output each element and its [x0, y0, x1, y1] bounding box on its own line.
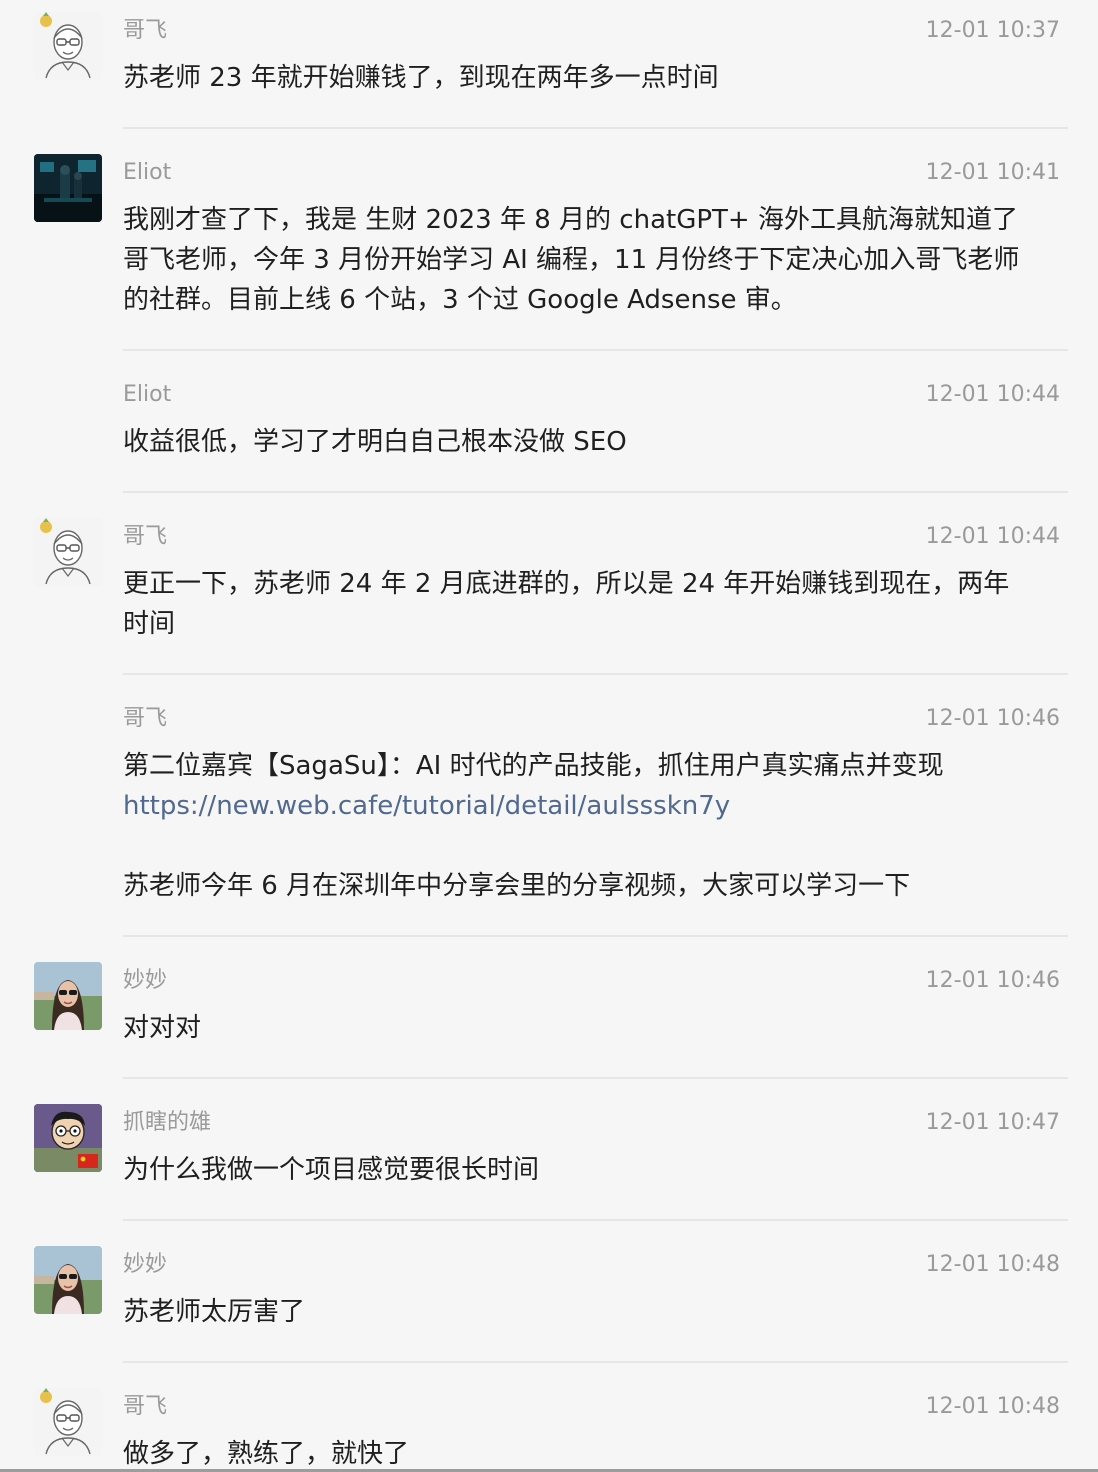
sketch-face-avatar-icon	[34, 518, 102, 586]
divider	[123, 935, 1068, 937]
message-text: 收益很低，学习了才明白自己根本没做 SEO	[123, 427, 627, 457]
divider	[123, 1219, 1068, 1221]
message-text-line: 更正一下，苏老师 24 年 2 月底进群的，所以是 24 年开始赚钱到现在，两年	[123, 569, 1010, 599]
sender-name[interactable]: Eliot	[123, 158, 171, 188]
message-text-line: 的社群。目前上线 6 个站，3 个过 Google Adsense 审。	[123, 285, 797, 315]
message-text-line: 苏老师今年 6 月在深圳年中分享会里的分享视频，大家可以学习一下	[123, 871, 911, 901]
sketch-face-avatar-icon	[34, 1388, 102, 1456]
timestamp: 12-01 10:48	[925, 1252, 1060, 1277]
divider	[123, 127, 1068, 129]
avatar-miaomiao[interactable]	[34, 962, 102, 1030]
sender-name[interactable]: 哥飞	[123, 704, 167, 734]
avatar-gefei[interactable]	[34, 12, 102, 80]
divider	[123, 1361, 1068, 1363]
divider	[123, 349, 1068, 351]
woman-sunglasses-photo-avatar-icon	[34, 962, 102, 1030]
timestamp: 12-01 10:46	[925, 968, 1060, 993]
message-text: 苏老师太厉害了	[123, 1297, 306, 1327]
divider	[123, 491, 1068, 493]
message-text-line: 哥飞老师，今年 3 月份开始学习 AI 编程，11 月份终于下定决心加入哥飞老师	[123, 245, 1020, 275]
avatar-eliot[interactable]	[34, 154, 102, 222]
divider	[123, 1077, 1068, 1079]
message-text-line: 第二位嘉宾【SagaSu】：AI 时代的产品技能，抓住用户真实痛点并变现	[123, 751, 944, 781]
message-text: 做多了，熟练了，就快了	[123, 1439, 410, 1469]
message-link[interactable]: https://new.web.cafe/tutorial/detail/aul…	[123, 786, 1068, 826]
avatar-gefei[interactable]	[34, 1388, 102, 1456]
sender-name[interactable]: 抓瞎的雄	[123, 1108, 211, 1138]
dark-scene-photo-avatar-icon	[34, 154, 102, 222]
cartoon-boy-avatar-icon	[34, 1104, 102, 1172]
message-text: 对对对	[123, 1013, 202, 1043]
timestamp: 12-01 10:41	[925, 160, 1060, 185]
sender-name[interactable]: 哥飞	[123, 522, 167, 552]
woman-sunglasses-photo-avatar-icon	[34, 1246, 102, 1314]
timestamp: 12-01 10:48	[925, 1394, 1060, 1419]
sender-name[interactable]: 哥飞	[123, 1392, 167, 1422]
message-text: 为什么我做一个项目感觉要很长时间	[123, 1155, 540, 1185]
chat-message-list[interactable]: 哥飞 12-01 10:37 苏老师 23 年就开始赚钱了，到现在两年多一点时间…	[0, 0, 1098, 1472]
avatar-zhuaxia[interactable]	[34, 1104, 102, 1172]
avatar-gefei[interactable]	[34, 518, 102, 586]
divider	[123, 673, 1068, 675]
message-text: 苏老师 23 年就开始赚钱了，到现在两年多一点时间	[123, 63, 719, 93]
timestamp: 12-01 10:44	[925, 382, 1060, 407]
timestamp: 12-01 10:44	[925, 524, 1060, 549]
sender-name[interactable]: 妙妙	[123, 1250, 167, 1280]
sender-name[interactable]: 妙妙	[123, 966, 167, 996]
timestamp: 12-01 10:37	[925, 18, 1060, 43]
timestamp: 12-01 10:46	[925, 706, 1060, 731]
sender-name[interactable]: Eliot	[123, 380, 171, 410]
avatar-miaomiao[interactable]	[34, 1246, 102, 1314]
sender-name[interactable]: 哥飞	[123, 16, 167, 46]
sketch-face-avatar-icon	[34, 12, 102, 80]
timestamp: 12-01 10:47	[925, 1110, 1060, 1135]
message-text-line: 时间	[123, 609, 176, 639]
message-text-line: 我刚才查了下，我是 生财 2023 年 8 月的 chatGPT+ 海外工具航海…	[123, 205, 1018, 235]
